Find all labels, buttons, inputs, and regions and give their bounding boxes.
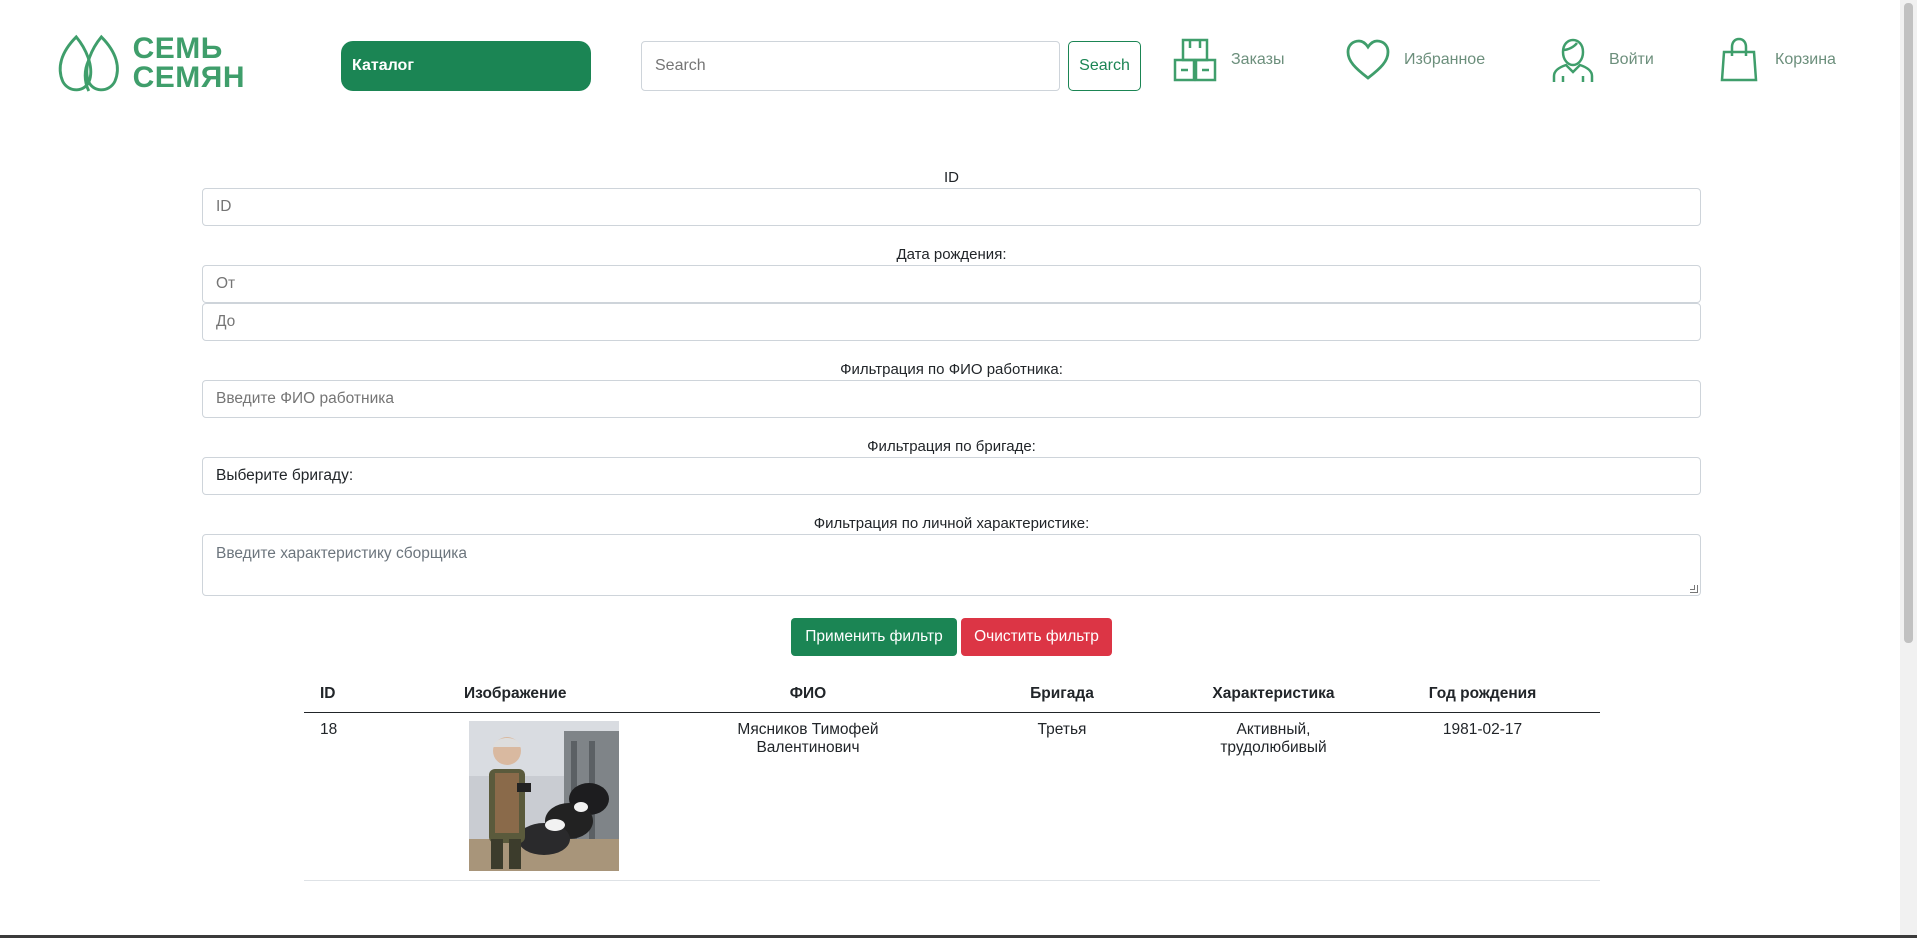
nav-login[interactable]: Войти <box>1550 35 1654 85</box>
brigade-select[interactable]: Выберите бригаду: <box>202 457 1701 495</box>
filter-buttons: Применить фильтр Очистить фильтр <box>791 618 1112 656</box>
shopping-bag-icon <box>1720 37 1758 82</box>
search-input[interactable] <box>641 41 1060 91</box>
cell-brigade: Третья <box>942 712 1182 881</box>
boxes-icon <box>1173 38 1217 82</box>
trait-filter-label: Фильтрация по личной характеристике: <box>813 515 1090 532</box>
search-button[interactable]: Search <box>1068 41 1141 91</box>
col-fio: ФИО <box>674 676 942 713</box>
cell-trait: Активный, трудолюбивый <box>1182 712 1365 881</box>
filter-form: ID Дата рождения: Фильтрация по ФИО рабо… <box>202 160 1701 596</box>
cell-fio: Мясников Тимофей Валентинович <box>674 712 942 881</box>
resize-handle[interactable] <box>1690 585 1698 593</box>
user-icon <box>1552 38 1594 82</box>
col-id: ID <box>304 676 374 713</box>
scrollbar-thumb[interactable] <box>1904 3 1913 643</box>
col-brigade: Бригада <box>942 676 1182 713</box>
nav-favorites-label: Избранное <box>1404 51 1486 68</box>
col-image: Изображение <box>374 676 674 713</box>
birth-from-input[interactable] <box>202 265 1701 303</box>
vertical-scrollbar[interactable] <box>1900 0 1917 938</box>
site-header: СЕМЬ СЕМЯН Каталог Search Заказы Избранн… <box>0 0 1917 130</box>
workers-table: ID Изображение ФИО Бригада Характеристик… <box>304 676 1600 881</box>
col-birth: Год рождения <box>1365 676 1600 713</box>
logo-text: СЕМЬ СЕМЯН <box>132 32 245 94</box>
catalog-button[interactable]: Каталог <box>341 41 591 91</box>
fio-filter-label: Фильтрация по ФИО работника: <box>840 361 1063 378</box>
logo-leaves-icon <box>58 34 119 92</box>
apply-filter-button[interactable]: Применить фильтр <box>791 618 957 656</box>
logo[interactable]: СЕМЬ СЕМЯН <box>55 30 245 96</box>
worker-photo <box>469 720 619 871</box>
trait-placeholder: Введите характеристику сборщика <box>216 545 467 562</box>
nav-cart-label: Корзина <box>1775 51 1836 68</box>
brigade-filter-label: Фильтрация по бригаде: <box>867 438 1036 455</box>
id-label: ID <box>944 169 959 186</box>
nav-favorites[interactable]: Избранное <box>1345 35 1485 85</box>
clear-filter-button[interactable]: Очистить фильтр <box>961 618 1112 656</box>
table-header-row: ID Изображение ФИО Бригада Характеристик… <box>304 676 1600 713</box>
nav-orders-label: Заказы <box>1231 51 1285 68</box>
heart-icon <box>1346 39 1390 80</box>
cell-birth: 1981-02-17 <box>1365 712 1600 881</box>
birth-date-label: Дата рождения: <box>896 246 1007 263</box>
nav-cart[interactable]: Корзина <box>1716 35 1836 85</box>
col-trait: Характеристика <box>1182 676 1365 713</box>
birth-to-input[interactable] <box>202 303 1701 341</box>
fio-input[interactable] <box>202 380 1701 418</box>
trait-textarea[interactable]: Введите характеристику сборщика <box>202 534 1701 596</box>
id-input[interactable] <box>202 188 1701 226</box>
table-row[interactable]: 18 Мясников Тимофей Валентинович Третья … <box>304 712 1600 881</box>
nav-orders[interactable]: Заказы <box>1172 35 1284 85</box>
nav-login-label: Войти <box>1609 51 1654 68</box>
brigade-select-value: Выберите бригаду: <box>216 467 354 484</box>
cell-image <box>374 712 674 881</box>
cell-id: 18 <box>304 712 374 881</box>
